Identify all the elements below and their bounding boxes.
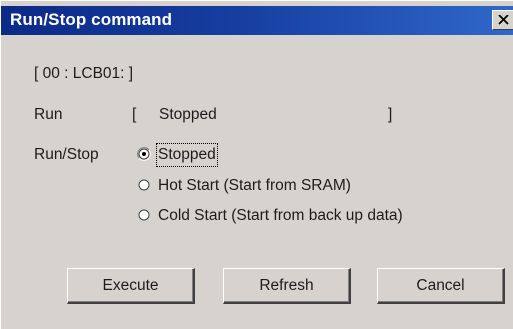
radio-cold-start[interactable] [137,208,151,222]
radio-unselected-icon [138,179,150,191]
refresh-button[interactable]: Refresh [223,268,351,304]
run-status-value: Stopped [159,106,217,123]
radio-stopped[interactable] [137,147,151,161]
run-stop-dialog: Run/Stop command [ 00 : LCB01: ] Run [ S… [0,0,513,329]
cancel-button[interactable]: Cancel [377,268,505,304]
radio-selected-icon [137,147,151,161]
close-icon [498,15,509,25]
execute-button[interactable]: Execute [67,268,195,304]
radio-label-hot-start[interactable]: Hot Start (Start from SRAM) [158,176,351,196]
device-id-label: [ 00 : LCB01: ] [34,65,134,82]
radio-label-cold-start[interactable]: Cold Start (Start from back up data) [158,206,403,226]
status-bracket-open: [ [132,106,137,123]
status-bracket-close: ] [388,106,393,123]
run-status-label: Run [34,106,63,123]
close-button[interactable] [492,10,513,30]
title-bar[interactable]: Run/Stop command [1,6,513,35]
radio-label-stopped[interactable]: Stopped [156,143,218,167]
radio-unselected-icon [138,209,150,221]
run-stop-label: Run/Stop [34,146,99,163]
radio-hot-start[interactable] [137,178,151,192]
dialog-title: Run/Stop command [10,10,173,29]
